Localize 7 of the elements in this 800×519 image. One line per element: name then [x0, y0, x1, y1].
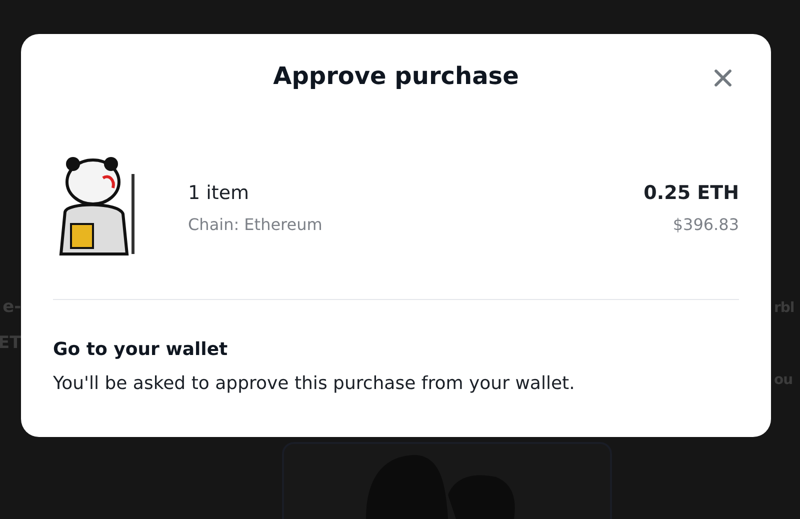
item-count: 1 item [188, 180, 250, 204]
price-usd: $396.83 [672, 214, 739, 236]
chain-label: Chain: Ethereum [188, 214, 324, 236]
wallet-heading: Go to your wallet [53, 338, 229, 362]
dialog-title: Approve purchase [273, 61, 519, 92]
wallet-message: You'll be asked to approve this purchase from your wallet. [53, 372, 576, 396]
price-eth: 0.25 ETH [644, 180, 739, 204]
